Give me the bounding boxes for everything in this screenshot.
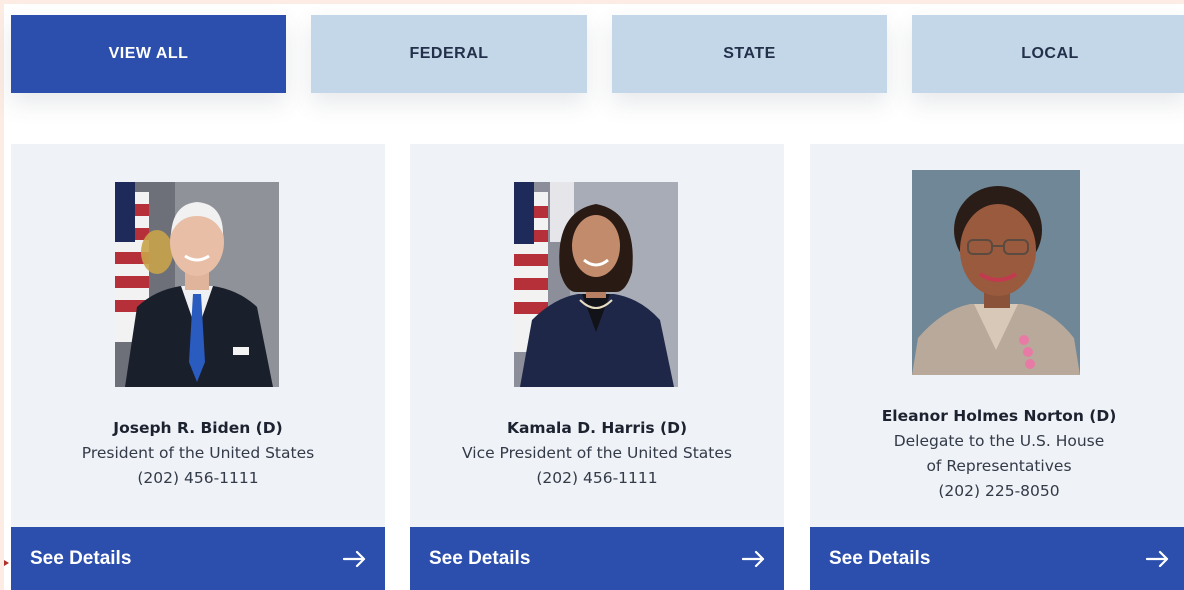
see-details-label: See Details: [829, 547, 931, 569]
official-phone: (202) 225-8050: [938, 482, 1060, 500]
official-card: Kamala D. Harris (D) Vice President of t…: [410, 144, 784, 590]
arrow-right-icon: [1146, 550, 1170, 568]
arrow-right-icon: [742, 550, 766, 568]
see-details-button[interactable]: See Details: [410, 527, 784, 590]
official-card: Joseph R. Biden (D) President of the Uni…: [11, 144, 385, 590]
official-role: Delegate to the U.S. House: [893, 432, 1105, 450]
tab-local[interactable]: LOCAL: [912, 15, 1184, 93]
officials-page: VIEW ALL FEDERAL STATE LOCAL Joseph R. B…: [0, 0, 1184, 590]
official-name: Kamala D. Harris (D): [506, 419, 688, 437]
official-photo: [912, 170, 1080, 375]
official-card: Eleanor Holmes Norton (D) Delegate to th…: [810, 144, 1184, 590]
tab-state[interactable]: STATE: [612, 15, 887, 93]
official-phone: (202) 456-1111: [536, 469, 658, 487]
official-photo: [514, 182, 678, 387]
official-name: Eleanor Holmes Norton (D): [881, 407, 1117, 425]
see-details-button[interactable]: See Details: [810, 527, 1184, 590]
edge-marker-icon: [4, 560, 9, 566]
arrow-right-icon: [343, 550, 367, 568]
official-photo: [115, 182, 279, 387]
tab-view-all[interactable]: VIEW ALL: [11, 15, 286, 93]
official-info: Kamala D. Harris (D) Vice President of t…: [410, 416, 784, 491]
see-details-label: See Details: [30, 547, 132, 569]
see-details-label: See Details: [429, 547, 531, 569]
official-phone: (202) 456-1111: [137, 469, 259, 487]
official-info: Eleanor Holmes Norton (D) Delegate to th…: [810, 404, 1184, 504]
official-role-continued: of Representatives: [926, 457, 1072, 475]
official-name: Joseph R. Biden (D): [113, 419, 283, 437]
official-info: Joseph R. Biden (D) President of the Uni…: [11, 416, 385, 491]
official-role: Vice President of the United States: [462, 444, 732, 462]
see-details-button[interactable]: See Details: [11, 527, 385, 590]
tab-federal[interactable]: FEDERAL: [311, 15, 587, 93]
official-role: President of the United States: [81, 444, 315, 462]
